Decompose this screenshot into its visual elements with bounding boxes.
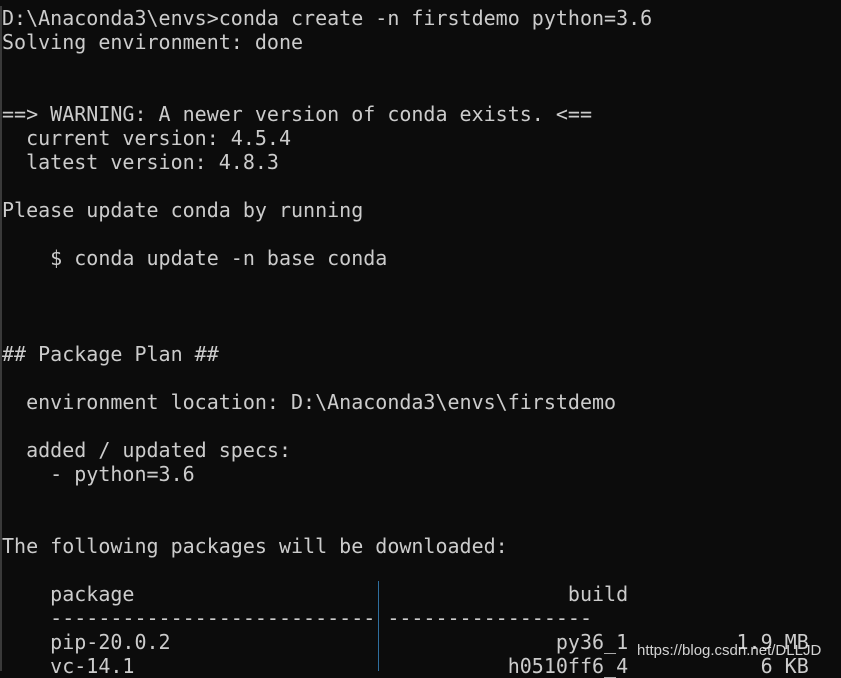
- watermark: https://blog.csdn.net/DLLJD: [637, 642, 822, 659]
- terminal-line: environment location: D:\Anaconda3\envs\…: [2, 390, 617, 414]
- table-column-separator: [378, 581, 379, 671]
- terminal-line: latest version: 4.8.3: [2, 150, 279, 174]
- terminal-line: Solving environment: done: [2, 30, 304, 54]
- terminal-line: --------------------------- ------------…: [2, 606, 593, 630]
- terminal-line: D:\Anaconda3\envs>conda create -n firstd…: [2, 6, 653, 30]
- terminal-line: Please update conda by running: [2, 198, 364, 222]
- terminal-line: current version: 4.5.4: [2, 126, 291, 150]
- terminal-line: added / updated specs:: [2, 438, 291, 462]
- terminal-line: The following packages will be downloade…: [2, 534, 508, 558]
- terminal-line: $ conda update -n base conda: [2, 246, 388, 270]
- terminal-line: package build: [2, 582, 629, 606]
- terminal-line: ## Package Plan ##: [2, 342, 219, 366]
- terminal-output[interactable]: D:\Anaconda3\envs>conda create -n firstd…: [0, 6, 841, 678]
- terminal-line: ==> WARNING: A newer version of conda ex…: [2, 102, 593, 126]
- terminal-line: - python=3.6: [2, 462, 195, 486]
